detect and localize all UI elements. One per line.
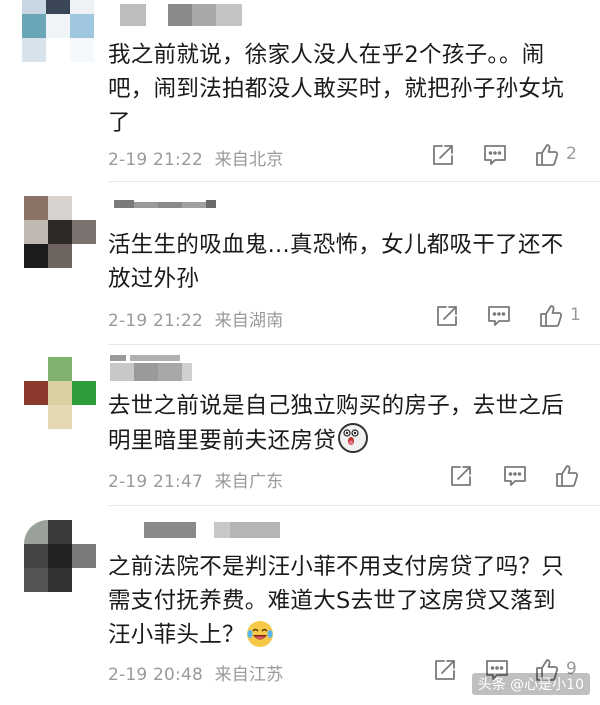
comment-text-body: 去世之前说是自己独立购买的房子，去世之后明里暗里要前夫还房贷 [108,393,565,454]
comment-text: 活生生的吸血鬼...真恐怖，女儿都吸干了还不放过外孙 [108,232,564,292]
avatar[interactable] [24,520,96,592]
avatar[interactable] [22,0,94,62]
comment-text: 我之前就说，徐家人没人在乎2个孩子。。闹吧，闹到法拍都没人敢买时，就把孙子孙女坑… [108,42,565,136]
comment-icon[interactable] [486,303,512,329]
comment-text: 之前法院不是判汪小菲不用支付房贷了吗？只需支付抚养费。难道大S去世了这房贷又落到… [108,550,578,652]
comment-meta: 2-19 21:22 来自湖南 [108,306,283,331]
comment-time: 2-19 21:22 [108,150,203,170]
comment-meta: 2-19 21:22 来自北京 [108,145,283,170]
share-icon[interactable] [430,142,456,168]
comment-meta: 2-19 21:47 来自广东 [108,467,283,492]
comment-2: 活生生的吸血鬼...真恐怖，女儿都吸干了还不放过外孙 2-19 21:22 来自… [0,182,600,344]
comment-time: 2-19 21:22 [108,311,203,331]
comment-meta: 2-19 20:48 来自江苏 [108,660,283,685]
thumb-up-icon[interactable] [554,463,580,489]
comment-location: 来自江苏 [214,665,284,685]
share-icon[interactable] [434,303,460,329]
watermark: 头条 @心是小10 [471,673,590,695]
share-icon[interactable] [448,463,474,489]
avatar[interactable] [24,357,96,429]
thumb-up-icon[interactable] [534,142,560,168]
comment-icon[interactable] [482,142,508,168]
comment-location: 来自北京 [214,150,284,170]
comment-location: 来自广东 [214,472,284,492]
comment-icon[interactable] [502,463,528,489]
like-count: 2 [566,144,577,164]
thumb-up-icon[interactable] [538,303,564,329]
comment-location: 来自湖南 [214,311,284,331]
comment-time: 2-19 21:47 [108,472,203,492]
share-icon[interactable] [432,657,458,683]
comment-text: 去世之前说是自己独立购买的房子，去世之后明里暗里要前夫还房贷 [108,389,578,458]
comment-time: 2-19 20:48 [108,665,203,685]
like-count: 1 [570,305,581,325]
comment-text-body: 之前法院不是判汪小菲不用支付房贷了吗？只需支付抚养费。难道大S去世了这房贷又落到… [108,554,565,648]
comment-1: 我之前就说，徐家人没人在乎2个孩子。。闹吧，闹到法拍都没人敢买时，就把孙子孙女坑… [0,0,600,180]
laughing-tears-icon [246,621,273,647]
scared-face-icon [338,423,369,453]
avatar[interactable] [24,196,96,268]
comment-3: 去世之前说是自己独立购买的房子，去世之后明里暗里要前夫还房贷 2-19 21:4… [0,345,600,505]
